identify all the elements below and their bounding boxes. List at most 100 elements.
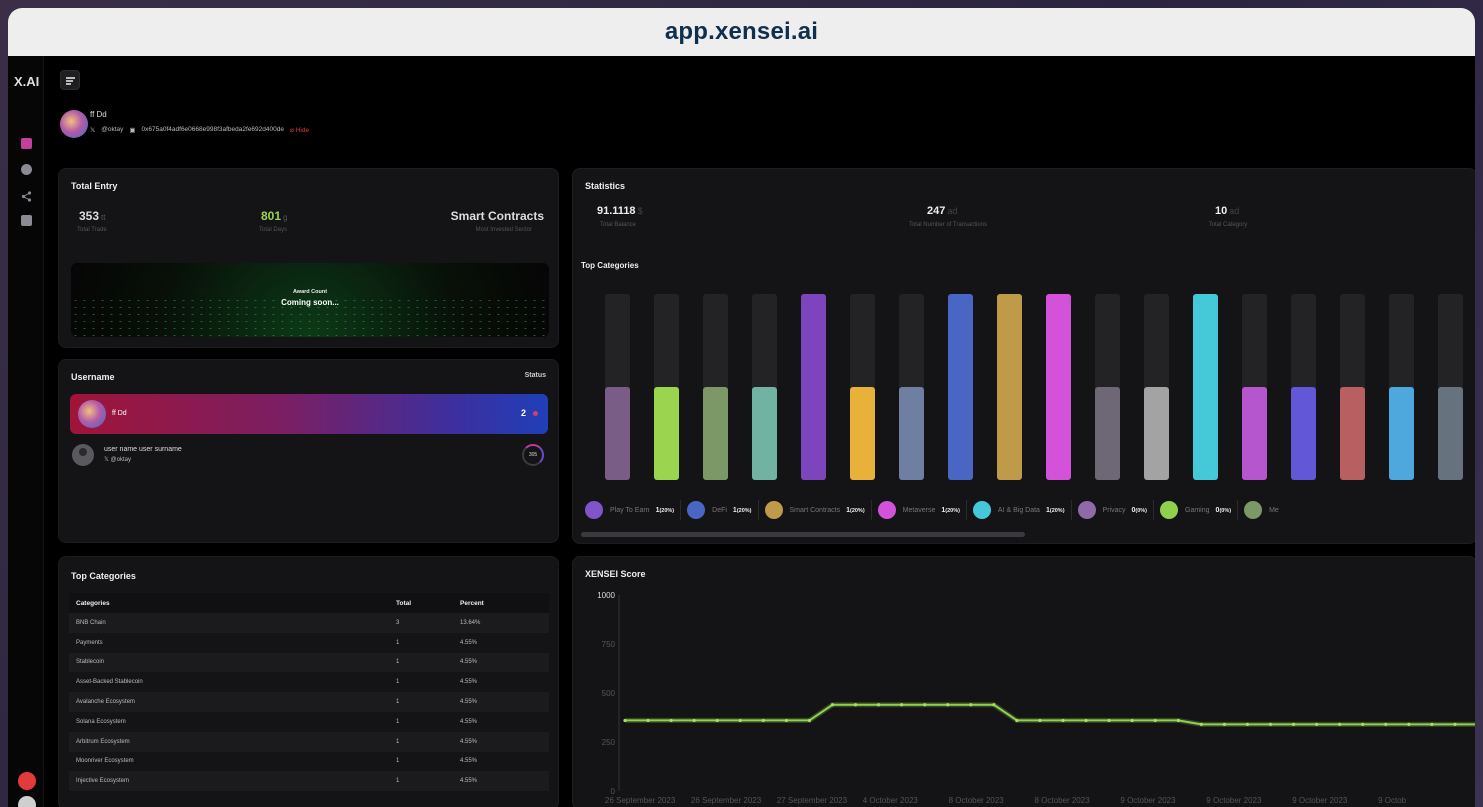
score-point[interactable] — [1222, 722, 1227, 726]
dashboard-icon[interactable] — [21, 138, 32, 149]
score-point[interactable] — [669, 718, 673, 723]
score-point[interactable] — [715, 718, 719, 723]
legend-item[interactable]: Gaming 0(0%) — [1154, 500, 1239, 520]
category-bar[interactable] — [850, 294, 875, 480]
score-point[interactable] — [923, 703, 927, 707]
category-bar[interactable] — [654, 294, 679, 480]
category-bar[interactable] — [899, 294, 924, 480]
score-point[interactable] — [1245, 722, 1250, 726]
x-tick-label: 26 September 2023 — [605, 796, 676, 805]
category-bar[interactable] — [1193, 294, 1218, 480]
menu-toggle-button[interactable] — [60, 70, 80, 90]
category-bar[interactable] — [605, 294, 630, 480]
category-bar[interactable] — [1389, 294, 1414, 480]
score-point[interactable] — [853, 703, 858, 707]
table-row[interactable]: Injective Ecosystem 1 4.55% — [69, 771, 549, 792]
leaderboard-row-current-user[interactable]: ff Dd 2 — [70, 394, 548, 434]
category-bar[interactable] — [1242, 294, 1267, 480]
score-point[interactable] — [1338, 722, 1342, 726]
table-row[interactable]: Payments 1 4.55% — [69, 633, 549, 653]
legend-item[interactable]: Metaverse 1(20%) — [872, 500, 967, 520]
score-point[interactable] — [900, 703, 904, 707]
score-point[interactable] — [1199, 722, 1203, 726]
table-row[interactable]: BNB Chain 3 13.64% — [69, 613, 549, 633]
legend-item[interactable]: AI & Big Data 1(20%) — [967, 500, 1072, 520]
score-point[interactable] — [1176, 718, 1180, 723]
legend-item[interactable]: Play To Earn 1(20%) — [579, 500, 682, 520]
legend-item[interactable]: Me — [1238, 500, 1285, 520]
x-tick-label: 9 October 2023 — [1120, 796, 1176, 805]
score-point[interactable] — [992, 703, 996, 707]
score-point[interactable] — [1015, 718, 1019, 723]
score-point[interactable] — [807, 718, 812, 723]
table-row[interactable]: Moonriver Ecosystem 1 4.55% — [69, 752, 549, 772]
total-trade-label: Total Trade — [77, 227, 107, 233]
brand-logo[interactable]: X.AI — [14, 74, 39, 89]
score-point[interactable] — [1084, 718, 1088, 723]
wallet-icon: ▣ — [129, 127, 136, 134]
score-point[interactable] — [1061, 718, 1065, 723]
score-point[interactable] — [1407, 722, 1411, 726]
table-row[interactable]: Stablecoin 1 4.55% — [69, 652, 549, 673]
theme-icon[interactable] — [18, 796, 36, 807]
score-point[interactable] — [646, 718, 650, 723]
score-point[interactable] — [1268, 722, 1273, 726]
score-point[interactable] — [969, 703, 973, 707]
score-point[interactable] — [876, 703, 881, 707]
category-bar[interactable] — [1095, 294, 1120, 480]
score-point[interactable] — [1038, 718, 1042, 723]
score-point[interactable] — [784, 718, 788, 723]
score-point[interactable] — [761, 718, 765, 723]
hide-wallet-link[interactable]: ⌀ Hide — [290, 126, 309, 134]
category-bar[interactable] — [801, 294, 826, 480]
category-bar[interactable] — [1291, 294, 1316, 480]
category-bar[interactable] — [1438, 294, 1463, 480]
category-legend: Play To Earn 1(20%) DeFi 1(20%) Smart Contra… — [579, 497, 1469, 523]
score-point[interactable] — [830, 703, 835, 707]
card-title: Username — [71, 372, 115, 382]
score-point[interactable] — [692, 718, 696, 723]
share-icon[interactable] — [21, 189, 32, 202]
y-tick-label: 750 — [602, 640, 616, 649]
score-point[interactable] — [946, 703, 950, 707]
legend-item[interactable]: DeFi 1(20%) — [681, 500, 759, 520]
y-tick-label: 250 — [602, 738, 616, 747]
globe-icon[interactable] — [21, 164, 32, 175]
category-bar-fill — [1193, 294, 1218, 480]
legend-count: 1(20%) — [656, 507, 675, 514]
legend-item[interactable]: Smart Contracts 1(20%) — [759, 500, 872, 520]
table-row[interactable]: Arbitrum Ecosystem 1 4.55% — [69, 731, 549, 752]
score-point[interactable] — [1107, 718, 1111, 723]
score-point[interactable] — [1291, 722, 1296, 726]
wallet-icon[interactable] — [21, 215, 32, 226]
table-row[interactable]: Asset-Backed Stablecoin 1 4.55% — [69, 672, 549, 692]
score-point[interactable] — [1130, 718, 1134, 723]
category-bar[interactable] — [1144, 294, 1169, 480]
category-bar[interactable] — [997, 294, 1022, 480]
score-point[interactable] — [1153, 718, 1157, 723]
legend-scrollbar[interactable] — [581, 532, 1025, 537]
category-bar[interactable] — [752, 294, 777, 480]
x-handle[interactable]: @oktay — [101, 126, 123, 134]
category-cell: Asset-Backed Stablecoin — [76, 679, 143, 686]
leaderboard-row[interactable]: user name user surname 𝕏 @oktay 305 — [70, 442, 548, 472]
table-row[interactable]: Solana Ecosystem 1 4.55% — [69, 712, 549, 732]
avatar[interactable] — [60, 110, 88, 138]
category-cell: Injective Ecosystem — [76, 778, 130, 785]
score-point[interactable] — [1361, 722, 1365, 726]
category-bar[interactable] — [1046, 294, 1071, 480]
legend-item[interactable]: Privacy 0(0%) — [1072, 500, 1155, 520]
category-bar[interactable] — [703, 294, 728, 480]
score-point[interactable] — [738, 718, 742, 723]
category-bar[interactable] — [948, 294, 973, 480]
support-icon[interactable] — [18, 772, 36, 790]
score-point[interactable] — [1384, 722, 1388, 726]
category-bar[interactable] — [1340, 294, 1365, 480]
score-point[interactable] — [1453, 722, 1457, 726]
table-row[interactable]: Avalanche Ecosystem 1 4.55% — [69, 692, 549, 712]
score-point[interactable] — [1315, 722, 1319, 726]
browser-url-bar[interactable]: app.xensei.ai — [8, 8, 1475, 56]
score-point[interactable] — [1430, 722, 1434, 726]
score-point[interactable] — [623, 718, 627, 723]
wallet-address[interactable]: 0x675a0f4adf6e0668e998f3afbeda2fe692d400… — [142, 126, 284, 134]
